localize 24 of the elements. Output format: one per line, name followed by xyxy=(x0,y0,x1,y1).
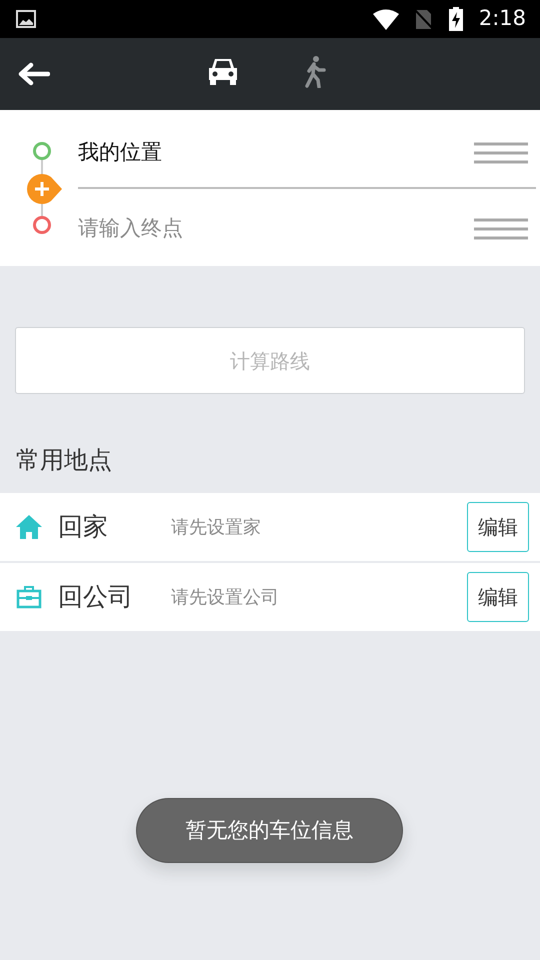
start-dot-icon xyxy=(33,142,51,160)
clock-time: 2:18 xyxy=(478,5,526,32)
edit-button[interactable]: 编辑 xyxy=(467,502,529,552)
image-icon xyxy=(16,10,36,28)
wifi-icon xyxy=(372,8,399,30)
drag-handle-icon[interactable] xyxy=(474,142,528,164)
edit-button[interactable]: 编辑 xyxy=(467,572,529,622)
place-hint: 请先设置家 xyxy=(171,516,261,540)
car-mode-icon[interactable] xyxy=(206,56,240,86)
place-hint: 请先设置公司 xyxy=(171,586,279,610)
home-icon xyxy=(16,515,42,539)
end-dot-icon xyxy=(33,216,51,234)
place-label: 回公司 xyxy=(58,581,134,614)
toast-message: 暂无您的车位信息 xyxy=(136,798,403,863)
briefcase-icon xyxy=(16,585,42,609)
walk-mode-icon[interactable] xyxy=(303,56,327,88)
start-input-field[interactable]: 我的位置 xyxy=(78,136,540,168)
no-sim-icon xyxy=(414,8,433,30)
place-label: 回家 xyxy=(58,511,109,544)
destination-input-field[interactable]: 请输入终点 xyxy=(78,212,540,244)
section-title: 常用地点 xyxy=(16,445,113,476)
battery-icon xyxy=(448,7,463,31)
drag-handle-icon[interactable] xyxy=(474,218,528,240)
back-arrow-icon[interactable] xyxy=(18,62,50,86)
